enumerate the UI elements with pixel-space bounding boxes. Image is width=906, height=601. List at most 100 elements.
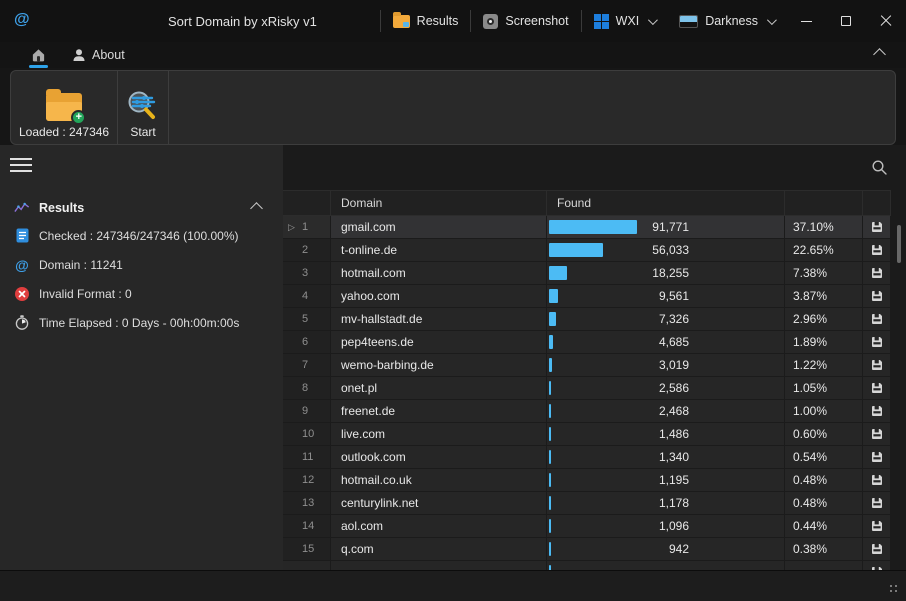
table-row[interactable]: ▷ 11 outlook.com 1,340 0.54% [283, 446, 906, 469]
save-row-button[interactable] [863, 308, 891, 330]
folder-icon [393, 15, 410, 28]
stopwatch-icon [14, 315, 30, 330]
percent-cell: 1.05% [785, 377, 863, 399]
table-body: ▷ 1 gmail.com 91,771 37.10% ▷ 2 t-online… [283, 216, 906, 570]
save-icon [871, 290, 883, 302]
collapse-ribbon-button[interactable] [873, 48, 886, 61]
save-row-button[interactable] [863, 492, 891, 514]
found-value: 7,326 [641, 312, 689, 326]
row-number: 12 [302, 474, 314, 486]
save-row-button[interactable] [863, 331, 891, 353]
header-marker-column [283, 191, 331, 215]
domain-cell: aol.com [331, 515, 547, 537]
table-row[interactable]: ▷ 13 centurylink.net 1,178 0.48% [283, 492, 906, 515]
table-row[interactable]: ▷ 3 hotmail.com 18,255 7.38% [283, 262, 906, 285]
expand-arrow-icon[interactable]: ▷ [288, 222, 299, 233]
domain-cell: q.com [331, 538, 547, 560]
percent-cell: 2.96% [785, 308, 863, 330]
start-button[interactable]: Start [118, 71, 168, 144]
document-icon [14, 228, 30, 243]
header-percent[interactable] [785, 191, 863, 215]
stat-invalid: Invalid Format : 0 [0, 279, 283, 308]
save-icon [871, 451, 883, 463]
maximize-button[interactable] [826, 0, 866, 42]
table-row[interactable]: ▷ 1 gmail.com 91,771 37.10% [283, 216, 906, 239]
percent-cell: 3.87% [785, 285, 863, 307]
vertical-scrollbar[interactable] [891, 145, 906, 570]
scrollbar-thumb[interactable] [897, 225, 901, 263]
chevron-down-icon [648, 15, 658, 25]
stat-elapsed-label: Time Elapsed : 0 Days - 00h:00m:00s [39, 316, 239, 330]
hamburger-menu-button[interactable] [10, 158, 32, 176]
save-row-button[interactable] [863, 354, 891, 376]
wxi-dropdown[interactable]: WXI [582, 0, 668, 42]
save-row-button[interactable] [863, 423, 891, 445]
stat-checked-label: Checked : 247346/247346 (100.00%) [39, 229, 238, 243]
resize-grip-icon[interactable] [890, 585, 898, 593]
save-icon [871, 497, 883, 509]
theme-dropdown[interactable]: Darkness [667, 0, 786, 42]
save-row-button[interactable] [863, 377, 891, 399]
window-title: Sort Domain by xRisky v1 [168, 0, 317, 42]
save-row-button[interactable] [863, 469, 891, 491]
header-domain[interactable]: Domain [331, 191, 547, 215]
screenshot-button[interactable]: Screenshot [471, 0, 580, 42]
loaded-button[interactable]: + Loaded : 247346 [11, 71, 117, 144]
table-row[interactable]: ▷ 6 pep4teens.de 4,685 1.89% [283, 331, 906, 354]
found-bar-track [549, 335, 641, 349]
table-row[interactable]: ▷ 8 onet.pl 2,586 1.05% [283, 377, 906, 400]
at-icon: @ [14, 257, 30, 273]
found-bar [549, 266, 567, 280]
table-row[interactable]: ▷ 15 q.com 942 0.38% [283, 538, 906, 561]
row-number: 4 [302, 290, 308, 302]
table-row[interactable]: ▷ 2 t-online.de 56,033 22.65% [283, 239, 906, 262]
theme-label: Darkness [705, 14, 758, 28]
save-icon [871, 405, 883, 417]
save-row-button[interactable] [863, 239, 891, 261]
table-row[interactable]: ▷ 14 aol.com 1,096 0.44% [283, 515, 906, 538]
save-row-button[interactable] [863, 515, 891, 537]
domain-cell: outlook.com [331, 446, 547, 468]
save-row-button[interactable] [863, 216, 891, 238]
header-found[interactable]: Found [547, 191, 785, 215]
tab-about[interactable]: About [59, 42, 138, 68]
table-row[interactable]: ▷ 4 yahoo.com 9,561 3.87% [283, 285, 906, 308]
table-row[interactable]: ▷ 5 mv-hallstadt.de 7,326 2.96% [283, 308, 906, 331]
found-bar [549, 381, 551, 395]
percent-cell: 1.22% [785, 354, 863, 376]
search-icon[interactable] [871, 159, 888, 181]
percent-cell: 0.48% [785, 469, 863, 491]
tab-home[interactable] [18, 42, 59, 68]
chart-icon [14, 201, 30, 215]
save-icon [871, 520, 883, 532]
found-value: 91,771 [641, 220, 689, 234]
app-at-icon: @ [14, 11, 30, 29]
percent-cell: 7.38% [785, 262, 863, 284]
table-row[interactable]: ▷ 9 freenet.de 2,468 1.00% [283, 400, 906, 423]
stat-domain: @ Domain : 11241 [0, 250, 283, 279]
table-row[interactable]: ▷ 12 hotmail.co.uk 1,195 0.48% [283, 469, 906, 492]
results-section-header[interactable]: Results [0, 195, 283, 221]
minimize-button[interactable] [786, 0, 826, 42]
chevron-down-icon [767, 15, 777, 25]
save-row-button[interactable] [863, 285, 891, 307]
domain-cell: yahoo.com [331, 285, 547, 307]
table-header-row: Domain Found [283, 190, 906, 216]
stat-elapsed: Time Elapsed : 0 Days - 00h:00m:00s [0, 308, 283, 337]
found-bar-track [549, 473, 641, 487]
results-menu-button[interactable]: Results [381, 0, 471, 42]
save-icon [871, 221, 883, 233]
save-row-button[interactable] [863, 400, 891, 422]
found-value: 1,096 [641, 519, 689, 533]
found-value: 1,178 [641, 496, 689, 510]
close-button[interactable] [866, 0, 906, 42]
save-row-button[interactable] [863, 538, 891, 560]
table-row[interactable]: ▷ 7 wemo-barbing.de 3,019 1.22% [283, 354, 906, 377]
save-row-button[interactable] [863, 446, 891, 468]
chevron-up-icon[interactable] [250, 202, 263, 215]
found-bar [549, 473, 551, 487]
table-row[interactable]: ▷ 10 live.com 1,486 0.60% [283, 423, 906, 446]
save-row-button[interactable] [863, 262, 891, 284]
close-icon [880, 15, 892, 27]
save-icon [871, 359, 883, 371]
